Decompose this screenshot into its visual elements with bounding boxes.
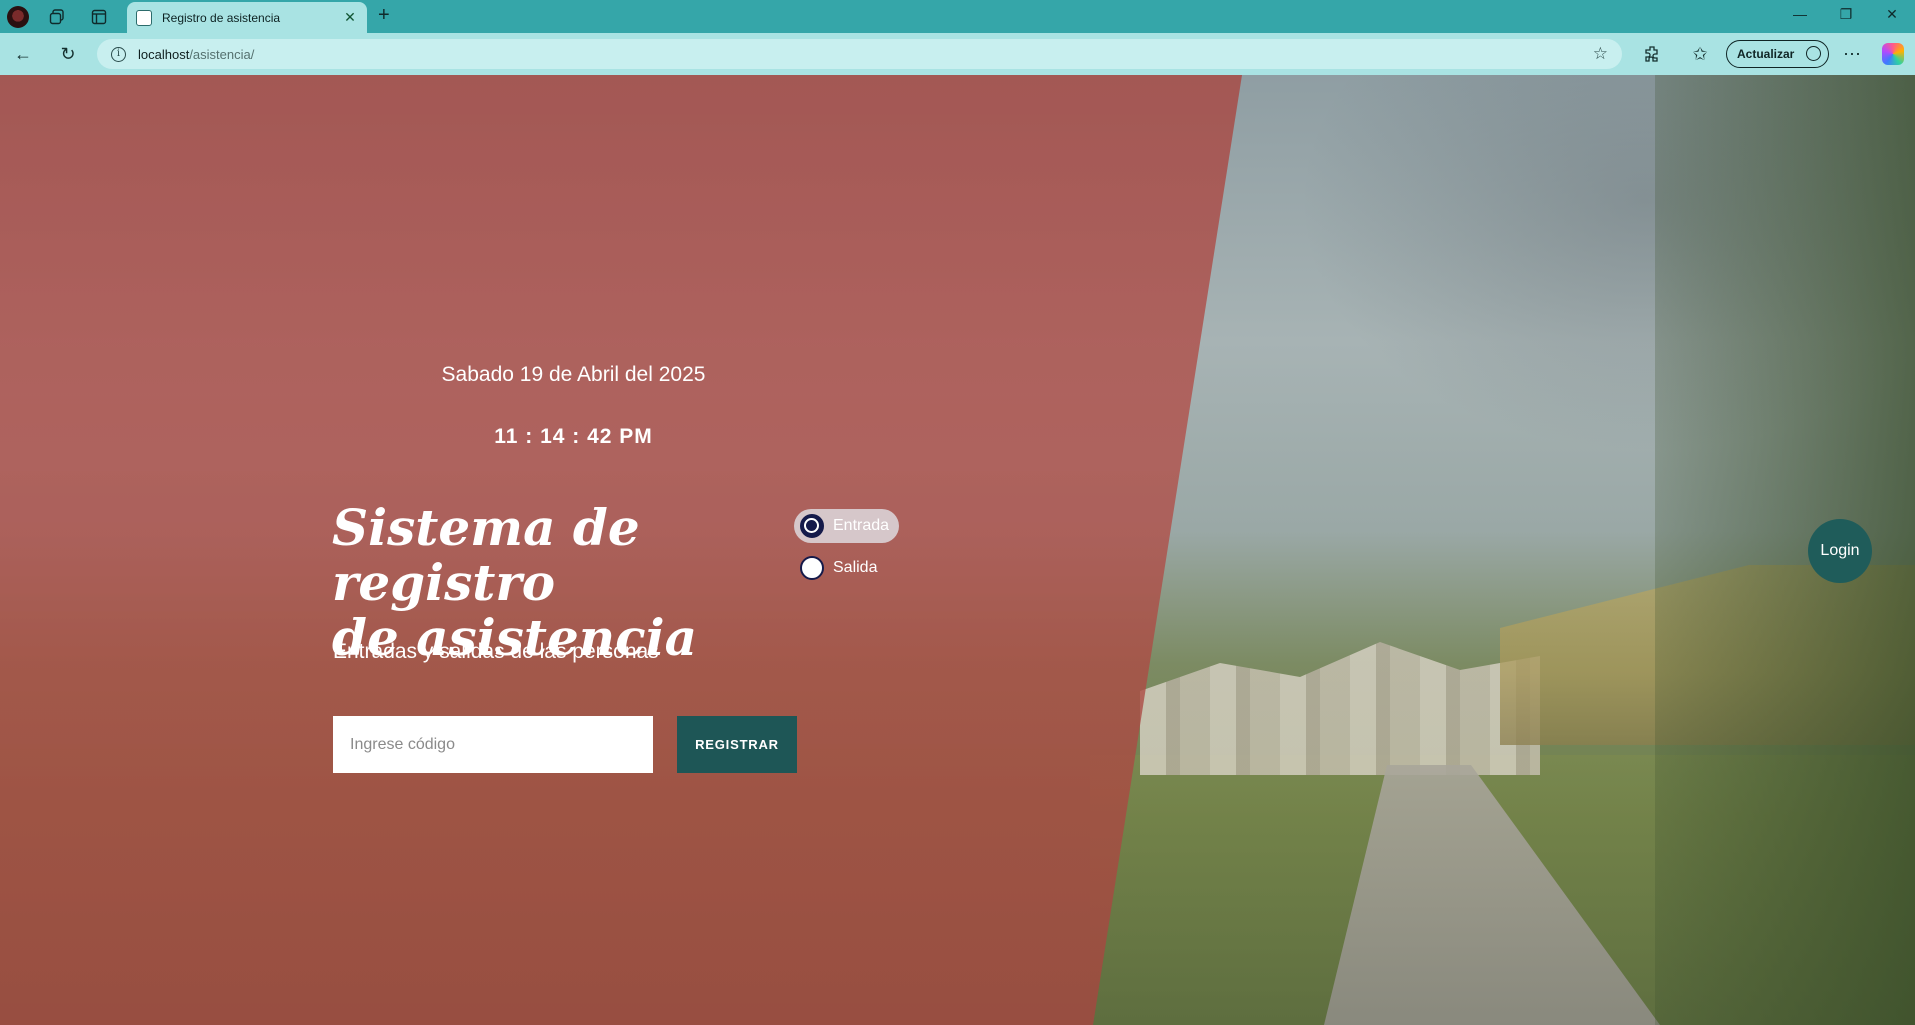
- vertical-tabs-icon[interactable]: [88, 6, 110, 28]
- site-info-icon[interactable]: i: [111, 46, 126, 62]
- update-button[interactable]: Actualizar: [1726, 40, 1829, 68]
- update-label: Actualizar: [1737, 47, 1795, 61]
- url-path: /asistencia/: [189, 46, 255, 62]
- login-button[interactable]: Login: [1808, 519, 1872, 583]
- back-icon[interactable]: ←: [11, 42, 35, 66]
- tab-title: Registro de asistencia: [162, 10, 281, 25]
- current-date: Sabado 19 de Abril del 2025: [441, 363, 706, 386]
- radio-salida-label: Salida: [833, 559, 878, 576]
- radio-entrada-circle[interactable]: [800, 514, 824, 538]
- page-content: Sabado 19 de Abril del 2025 11 : 14 : 42…: [0, 75, 1915, 1025]
- profile-avatar[interactable]: [7, 6, 29, 28]
- reload-icon[interactable]: ↻: [56, 42, 80, 66]
- window-close-icon[interactable]: ✕: [1882, 6, 1902, 23]
- active-tab[interactable]: Registro de asistencia ✕: [127, 2, 367, 33]
- restore-icon[interactable]: ❐: [1836, 6, 1856, 23]
- minimize-icon[interactable]: —: [1790, 6, 1810, 22]
- title-line-1: Sistema de registro: [332, 498, 640, 612]
- more-menu-icon[interactable]: ⋯: [1840, 42, 1864, 66]
- page-subtitle: Entradas y salidas de las personas: [333, 640, 659, 663]
- browser-tab-bar: Registro de asistencia ✕ + — ❐ ✕: [0, 0, 1915, 33]
- radio-salida-circle[interactable]: [800, 556, 824, 580]
- address-bar[interactable]: i localhost/asistencia/ ☆: [97, 39, 1622, 69]
- new-tab-icon[interactable]: +: [378, 4, 390, 27]
- tab-close-icon[interactable]: ✕: [339, 9, 361, 26]
- register-button[interactable]: REGISTRAR: [677, 716, 797, 773]
- page-favicon-icon: [136, 9, 152, 26]
- current-time: 11 : 14 : 42 PM: [494, 425, 653, 448]
- workspaces-icon[interactable]: [46, 6, 68, 28]
- update-status-icon: [1806, 46, 1821, 61]
- url-host: localhost: [138, 46, 190, 62]
- radio-entrada[interactable]: Entrada: [794, 509, 900, 543]
- radio-salida[interactable]: Salida: [794, 551, 887, 585]
- code-input[interactable]: [333, 716, 653, 773]
- background-trees: [1655, 75, 1915, 1025]
- browser-toolbar: ← ↻ i localhost/asistencia/ ☆ ✩ Actualiz…: [0, 33, 1915, 75]
- favorite-star-icon[interactable]: ☆: [1593, 44, 1608, 64]
- copilot-icon[interactable]: [1882, 43, 1904, 65]
- extensions-icon[interactable]: [1641, 42, 1665, 66]
- radio-entrada-label: Entrada: [833, 517, 890, 534]
- favorites-icon[interactable]: ✩: [1688, 42, 1712, 66]
